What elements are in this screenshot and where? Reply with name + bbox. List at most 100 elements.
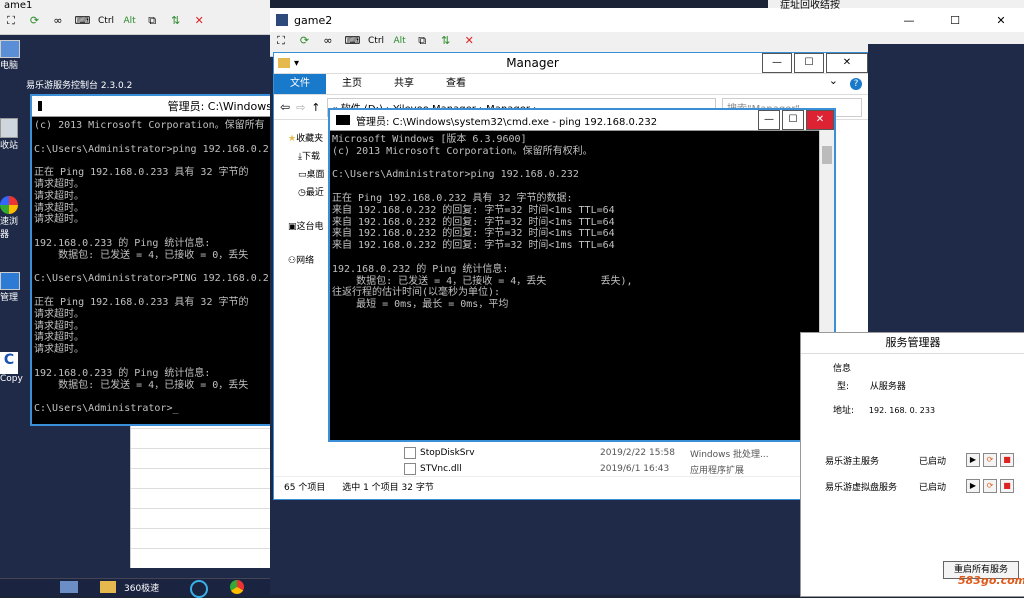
tab-view[interactable]: 查看 <box>430 74 482 94</box>
console-app-header: 易乐游服务控制台 2.3.0.2 <box>22 78 270 94</box>
forward-arrow-icon[interactable]: ⇨ <box>296 101 305 114</box>
folder-icon <box>278 58 290 68</box>
maximize-button[interactable]: ☐ <box>932 14 978 27</box>
service-manager-title: 服务管理器 <box>885 336 941 349</box>
cmd-window-2-titlebar[interactable]: 管理员: C:\Windows\system32\cmd.exe - ping … <box>330 110 834 131</box>
chevron-down-icon[interactable]: ⌄ <box>823 74 844 94</box>
ribbon-tabs: 文件 主页 共享 查看 ⌄ ? <box>274 74 868 95</box>
recent-icon: ◷ <box>298 188 306 198</box>
restart-service-button[interactable]: ⟳ <box>983 479 997 493</box>
tab-file[interactable]: 文件 <box>274 74 326 94</box>
view-icon[interactable]: ∞ <box>51 15 65 27</box>
quick-access-icon[interactable]: ▾ <box>294 58 299 69</box>
cmd-window-1-titlebar[interactable]: 管理员: C:\Windows <box>32 96 272 117</box>
desktop-icon-copy[interactable]: C Copy <box>0 352 23 384</box>
desktop-icon-label: 收站 <box>0 141 19 151</box>
view-icon[interactable]: ∞ <box>321 35 335 47</box>
ctrl-key[interactable]: Ctrl <box>98 16 114 26</box>
close-button[interactable]: ✕ <box>978 14 1024 27</box>
refresh-icon[interactable]: ⟳ <box>298 35 312 47</box>
refresh-icon[interactable]: ⟳ <box>28 15 42 27</box>
service-manager-titlebar[interactable]: 服务管理器 <box>801 333 1024 354</box>
copy-icon[interactable]: ⧉ <box>415 35 429 47</box>
console-icon <box>38 101 42 111</box>
help-icon[interactable]: ? <box>850 78 862 90</box>
cmd-window-2-output[interactable]: Microsoft Windows [版本 6.3.9600] (c) 2013… <box>330 131 814 437</box>
maximize-button[interactable]: ☐ <box>782 110 804 130</box>
desktop-icon-label: 速浏 器 <box>0 217 19 240</box>
explorer-titlebar[interactable]: ▾ Manager — ☐ ✕ <box>274 53 868 74</box>
up-arrow-icon[interactable]: ↑ <box>311 101 320 114</box>
close-button[interactable]: ✕ <box>826 53 868 73</box>
cmd-window-1[interactable]: 管理员: C:\Windows (c) 2013 Microsoft Corpo… <box>30 94 274 426</box>
console-icon <box>336 115 350 125</box>
copy-icon: C <box>0 352 18 374</box>
minimize-button[interactable]: — <box>758 110 780 130</box>
close-icon[interactable]: ✕ <box>192 15 206 27</box>
info-header: 信息 <box>833 364 852 374</box>
fullscreen-icon[interactable]: ⛶ <box>274 35 288 47</box>
computer-icon <box>0 40 20 58</box>
console-app-title: 易乐游服务控制台 2.3.0.2 <box>26 81 133 91</box>
tab-home[interactable]: 主页 <box>326 74 378 94</box>
start-service-button[interactable]: ▶ <box>966 453 980 467</box>
list-item[interactable]: StopDiskSrv 2019/2/22 15:58 Windows 批处理.… <box>404 445 864 461</box>
nav-item-network[interactable]: ⚇网络 <box>288 253 314 266</box>
nav-item-favorites[interactable]: ★收藏夹 <box>288 131 323 144</box>
folder-icon[interactable] <box>100 581 116 593</box>
taskbar: 360极速 <box>0 578 270 598</box>
taskbar-label[interactable]: 360极速 <box>124 581 159 594</box>
tab-share[interactable]: 共享 <box>378 74 430 94</box>
scrollbar-thumb[interactable] <box>822 146 832 164</box>
service-manager-window[interactable]: 服务管理器 信息 型: 从服务器 地址: 192. 168. 0. 233 易乐… <box>800 332 1024 597</box>
maximize-button[interactable]: ☐ <box>794 53 824 73</box>
nav-item-recent[interactable]: ◷最近 <box>298 185 324 198</box>
cmd-window-1-title: 管理员: C:\Windows <box>167 100 272 113</box>
file-icon <box>404 447 416 459</box>
desktop-icon-manager[interactable]: 管理 <box>0 272 22 303</box>
ie-icon[interactable] <box>190 580 208 598</box>
alt-key[interactable]: Alt <box>124 16 136 26</box>
alt-key[interactable]: Alt <box>394 36 406 46</box>
transfer-icon[interactable]: ⇅ <box>439 35 453 47</box>
transfer-icon[interactable]: ⇅ <box>169 15 183 27</box>
close-button[interactable]: ✕ <box>806 110 834 130</box>
desktop-icon-recycle[interactable]: 收站 <box>0 118 22 151</box>
right-side-panel <box>868 44 1024 332</box>
desktop-icon-label: Copy <box>0 374 23 384</box>
minimize-button[interactable]: — <box>762 53 792 73</box>
start-service-button[interactable]: ▶ <box>966 479 980 493</box>
cmd-window-2-title: 管理员: C:\Windows\system32\cmd.exe - ping … <box>356 116 658 128</box>
back-arrow-icon[interactable]: ⇦ <box>280 100 290 114</box>
close-icon[interactable]: ✕ <box>462 35 476 47</box>
chrome-icon[interactable] <box>230 580 244 594</box>
fullscreen-icon[interactable]: ⛶ <box>4 15 18 27</box>
computer-icon: ▣ <box>288 222 297 232</box>
keyboard-icon[interactable]: ⌨ <box>75 15 91 27</box>
desktop-icon-label: 管理 <box>0 293 19 303</box>
nav-item-desktop[interactable]: ▭桌面 <box>298 167 325 180</box>
file-list: StopDiskSrv 2019/2/22 15:58 Windows 批处理.… <box>404 445 864 477</box>
game1-toolbar: ⛶ ⟳ ∞ ⌨ Ctrl Alt ⧉ ⇅ ✕ <box>0 12 270 29</box>
stop-service-button[interactable]: ■ <box>1000 453 1014 467</box>
explorer-title: Manager <box>506 56 559 70</box>
desktop-icon-browser[interactable]: 速浏 器 <box>0 196 22 240</box>
keyboard-icon[interactable]: ⌨ <box>345 35 361 47</box>
game2-titlebar[interactable]: game2 — ☐ ✕ <box>270 8 1024 32</box>
taskbar-app-icon[interactable] <box>60 581 78 593</box>
list-item[interactable]: STVnc.dll 2019/6/1 16:43 应用程序扩展 <box>404 461 864 477</box>
desktop-icon-computer[interactable]: 电脑 <box>0 40 22 71</box>
restart-service-button[interactable]: ⟳ <box>983 453 997 467</box>
nav-item-this-pc[interactable]: ▣这台电 <box>288 219 324 232</box>
minimize-button[interactable]: — <box>886 14 932 27</box>
cmd-window-2[interactable]: 管理员: C:\Windows\system32\cmd.exe - ping … <box>328 108 836 442</box>
nav-item-downloads[interactable]: ⤓下载 <box>298 149 320 162</box>
desktop-icon-label: 电脑 <box>0 61 19 71</box>
ctrl-key[interactable]: Ctrl <box>368 36 384 46</box>
cmd-window-1-output[interactable]: (c) 2013 Microsoft Corporation。保留所有 C:\U… <box>32 117 272 423</box>
game1-title: ame1 <box>4 0 33 11</box>
copy-icon[interactable]: ⧉ <box>145 15 159 27</box>
stop-service-button[interactable]: ■ <box>1000 479 1014 493</box>
network-icon: ⚇ <box>288 256 297 266</box>
desktop-right-header: 症址回收结按 <box>780 0 840 11</box>
